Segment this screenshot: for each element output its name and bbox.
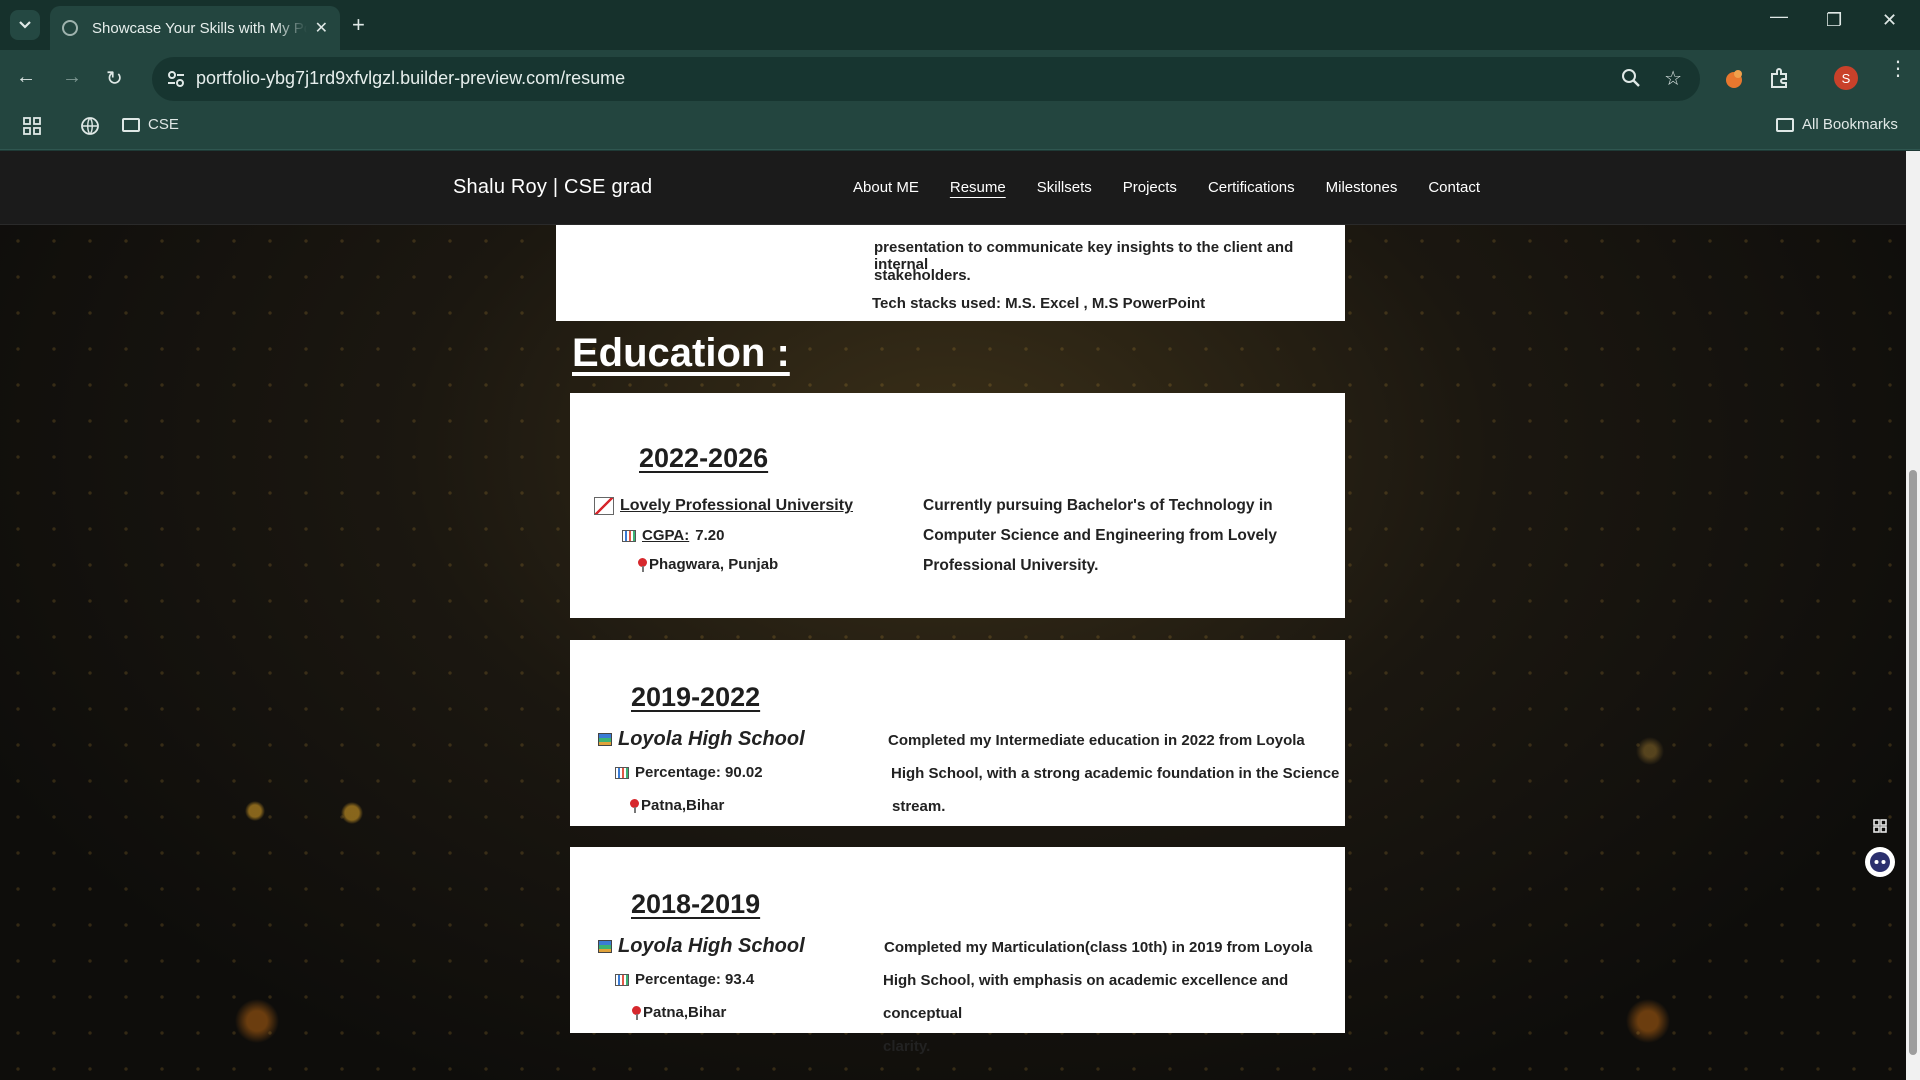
institution-row: Lovely Professional University (594, 497, 853, 515)
minimize-icon[interactable]: — (1770, 6, 1788, 27)
experience-text: stakeholders. (874, 267, 971, 284)
location-text: Phagwara, Punjab (649, 556, 779, 573)
score-text: Percentage: 93.4 (635, 971, 755, 988)
browser-menu-icon[interactable]: ⋮ (1888, 59, 1908, 79)
tab-title: Showcase Your Skills with My Portfolio (92, 19, 307, 37)
bookmark-folder-cse[interactable]: CSE (122, 116, 179, 133)
education-description: Currently pursuing Bachelor's of Technol… (923, 491, 1277, 581)
institution-row: Loyola High School (598, 728, 805, 751)
description-line: Completed my Intermediate education in 2… (888, 732, 1305, 749)
description-line: clarity. (883, 1038, 931, 1055)
reload-icon[interactable]: ↻ (106, 66, 123, 91)
site-navbar: Shalu Roy | CSE grad About ME Resume Ski… (0, 151, 1906, 225)
description-line: Computer Science and Engineering from Lo… (923, 527, 1277, 544)
bar-chart-icon (615, 766, 629, 779)
folder-icon (1776, 117, 1794, 132)
chevron-down-icon (19, 21, 31, 29)
bookmarks-bar (0, 108, 1920, 150)
bar-chart-icon (622, 529, 636, 542)
education-years: 2022-2026 (639, 443, 769, 473)
education-card: 2022-2026 Lovely Professional University… (570, 393, 1345, 618)
location-row: Patna,Bihar (630, 797, 724, 814)
bookmark-star-icon[interactable]: ☆ (1664, 66, 1682, 91)
forward-icon[interactable]: → (62, 66, 82, 89)
score-row: Percentage: 90.02 (615, 764, 763, 781)
education-description: Completed my Intermediate education in 2… (888, 724, 1339, 823)
score-row: CGPA: 7.20 (622, 527, 724, 544)
description-line: High School, with emphasis on academic e… (883, 972, 1289, 1022)
bookmark-label: CSE (148, 116, 179, 133)
institution-name: Loyola High School (618, 728, 805, 750)
extensions-puzzle-icon[interactable] (1768, 66, 1792, 90)
education-years: 2019-2022 (631, 682, 761, 712)
graph-icon (594, 497, 614, 515)
score-label: CGPA: (642, 527, 690, 544)
description-line: Completed my Marticulation(class 10th) i… (884, 939, 1313, 956)
site-info-icon[interactable] (166, 69, 186, 89)
description-line: Currently pursuing Bachelor's of Technol… (923, 497, 1273, 514)
institution-row: Loyola High School (598, 935, 805, 958)
location-row: Phagwara, Punjab (638, 556, 778, 573)
bot-icon (1870, 852, 1890, 872)
address-bar[interactable]: portfolio-ybg7j1rd9xfvlgzl.builder-previ… (152, 57, 1700, 101)
close-window-icon[interactable]: ✕ (1882, 10, 1897, 31)
browser-tab[interactable]: Showcase Your Skills with My Portfolio ✕ (50, 6, 340, 50)
description-line: Professional University. (923, 557, 1099, 574)
nav-about[interactable]: About ME (853, 179, 919, 196)
tab-search-button[interactable] (10, 10, 40, 40)
apps-grid-icon[interactable] (22, 116, 42, 136)
site-nav-links: About ME Resume Skillsets Projects Certi… (853, 179, 1480, 196)
site-brand[interactable]: Shalu Roy | CSE grad (453, 176, 652, 199)
command-icon (1873, 819, 1887, 833)
widget-grid-button[interactable] (1865, 811, 1895, 841)
scrollbar-thumb[interactable] (1909, 470, 1917, 1055)
description-line: High School, with a strong academic foun… (891, 765, 1340, 782)
pin-icon (638, 557, 647, 572)
pin-icon (630, 798, 639, 813)
url-text: portfolio-ybg7j1rd9xfvlgzl.builder-previ… (196, 68, 626, 88)
education-description: Completed my Marticulation(class 10th) i… (883, 931, 1345, 1063)
location-text: Patna,Bihar (641, 797, 725, 814)
restore-icon[interactable]: ❐ (1826, 10, 1842, 31)
globe-bookmark-icon[interactable] (80, 116, 100, 136)
score-text: Percentage: 90.02 (635, 764, 763, 781)
close-tab-icon[interactable]: ✕ (315, 18, 328, 38)
page-viewport: Shalu Roy | CSE grad About ME Resume Ski… (0, 151, 1906, 1080)
nav-certifications[interactable]: Certifications (1208, 179, 1295, 196)
new-tab-button[interactable]: + (352, 12, 365, 38)
back-icon[interactable]: ← (16, 66, 36, 89)
chat-assistant-button[interactable] (1865, 847, 1895, 877)
education-card: 2019-2022 Loyola High School Percentage:… (570, 640, 1345, 826)
extension-flame-icon[interactable] (1722, 66, 1746, 90)
description-line: stream. (892, 798, 946, 815)
zoom-icon[interactable] (1620, 67, 1642, 89)
books-icon (598, 940, 612, 953)
institution-name: Loyola High School (618, 935, 805, 957)
education-years: 2018-2019 (631, 889, 761, 919)
nav-contact[interactable]: Contact (1428, 179, 1480, 196)
all-bookmarks-label: All Bookmarks (1802, 116, 1898, 133)
institution-link[interactable]: Lovely Professional University (620, 497, 853, 515)
experience-card: presentation to communicate key insights… (556, 225, 1345, 321)
books-icon (598, 733, 612, 746)
nav-milestones[interactable]: Milestones (1326, 179, 1398, 196)
nav-resume[interactable]: Resume (950, 179, 1006, 196)
location-text: Patna,Bihar (643, 1004, 727, 1021)
location-row: Patna,Bihar (632, 1004, 726, 1021)
folder-icon (122, 117, 140, 132)
pin-icon (632, 1005, 641, 1020)
nav-projects[interactable]: Projects (1123, 179, 1177, 196)
score-row: Percentage: 93.4 (615, 971, 754, 988)
education-card: 2018-2019 Loyola High School Percentage:… (570, 847, 1345, 1055)
all-bookmarks-button[interactable]: All Bookmarks (1776, 116, 1898, 133)
education-heading: Education : (572, 331, 790, 375)
nav-skillsets[interactable]: Skillsets (1037, 179, 1092, 196)
globe-icon (62, 20, 78, 36)
tech-stack-text: Tech stacks used: M.S. Excel , M.S Power… (872, 295, 1206, 312)
bar-chart-icon (615, 973, 629, 986)
score-value: 7.20 (695, 527, 725, 544)
profile-avatar[interactable]: S (1834, 66, 1858, 90)
